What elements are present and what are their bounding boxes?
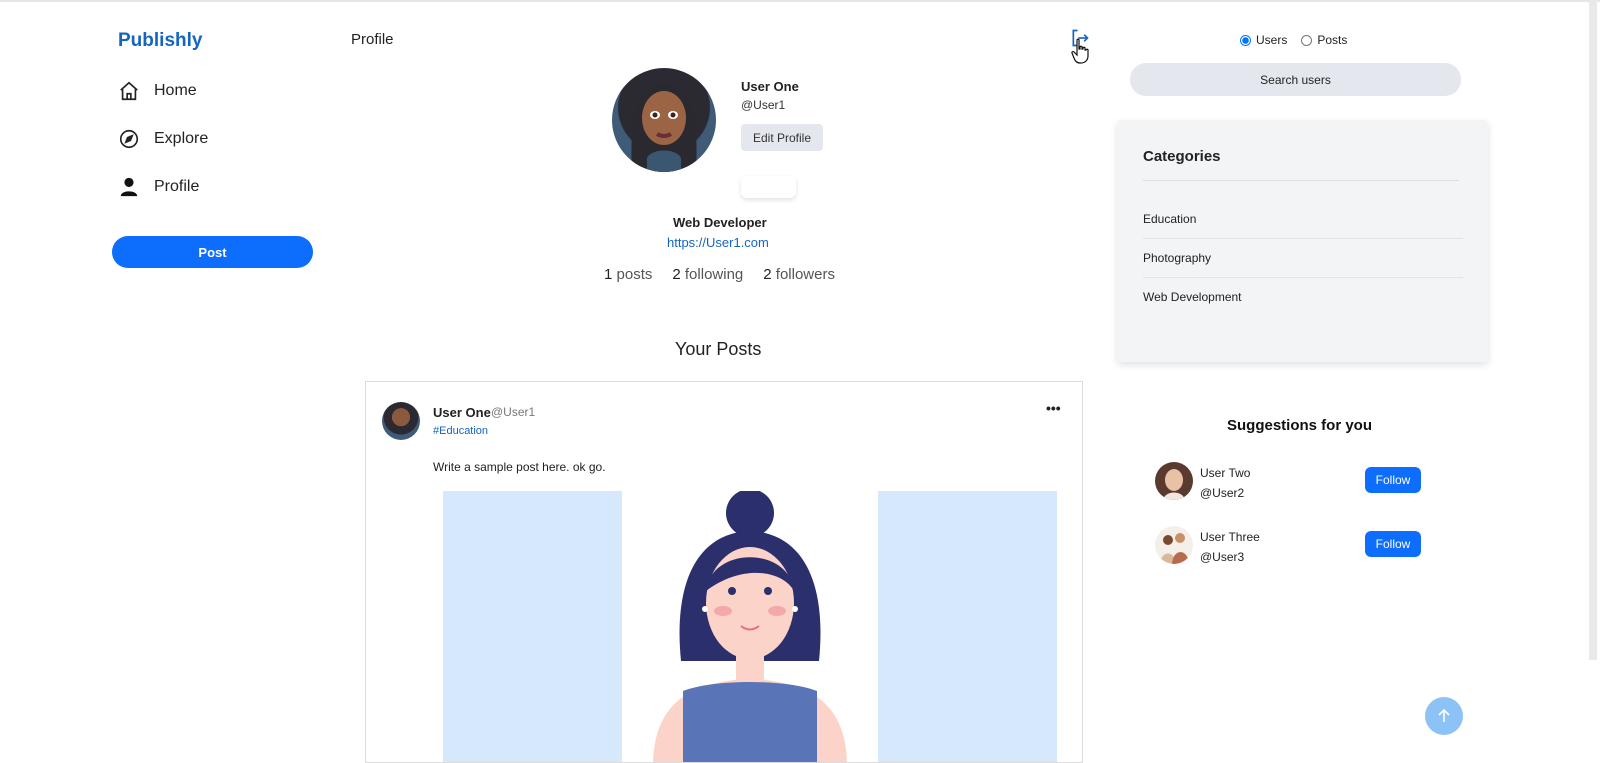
- post-text: Write a sample post here. ok go.: [433, 460, 606, 474]
- follow-user-three-button[interactable]: Follow: [1365, 531, 1421, 557]
- scroll-to-top-button[interactable]: [1425, 697, 1463, 735]
- profile-blank-card: [741, 176, 796, 198]
- search-input[interactable]: [1130, 63, 1461, 96]
- profile-handle: @User1: [741, 98, 786, 112]
- brand-logo[interactable]: Publishly: [118, 30, 202, 52]
- radio-users-input[interactable]: [1240, 34, 1251, 46]
- radio-users[interactable]: Users: [1240, 33, 1287, 47]
- sidebar-item-home[interactable]: Home: [118, 80, 197, 102]
- category-item-web-development[interactable]: Web Development: [1143, 290, 1463, 304]
- person-icon: [120, 177, 138, 197]
- post-image: [443, 491, 1057, 762]
- post-card: User One @User1 #Education ••• Write a s…: [365, 381, 1083, 763]
- hand-cursor-icon: [1071, 38, 1089, 64]
- sidebar-item-label: Explore: [154, 130, 209, 147]
- user-three-name[interactable]: User Three: [1200, 530, 1260, 544]
- user-three-avatar[interactable]: [1155, 526, 1193, 564]
- sidebar-item-profile[interactable]: Profile: [118, 176, 199, 198]
- categories-title: Categories: [1143, 148, 1221, 165]
- follow-user-two-button[interactable]: Follow: [1365, 467, 1421, 493]
- post-author-name[interactable]: User One: [433, 405, 491, 420]
- post-author-avatar[interactable]: [382, 402, 420, 440]
- suggestions-title: Suggestions for you: [1227, 417, 1373, 434]
- posts-section-title: Your Posts: [675, 339, 762, 359]
- category-divider: [1143, 277, 1463, 278]
- profile-name: User One: [741, 79, 799, 94]
- user-three-handle: @User3: [1200, 550, 1245, 564]
- user-two-handle: @User2: [1200, 486, 1245, 500]
- post-author-handle: @User1: [491, 405, 536, 419]
- category-item-photography[interactable]: Photography: [1143, 251, 1463, 265]
- top-border: [0, 0, 1600, 2]
- edit-profile-button[interactable]: Edit Profile: [741, 124, 823, 151]
- profile-avatar: [612, 68, 716, 172]
- following-stat[interactable]: 2 following: [672, 266, 743, 283]
- profile-stats: 1 posts 2 following 2 followers: [604, 266, 835, 283]
- compass-icon: [119, 129, 139, 149]
- post-tag[interactable]: #Education: [433, 425, 488, 437]
- more-options-icon[interactable]: •••: [1046, 400, 1061, 416]
- radio-posts[interactable]: Posts: [1301, 33, 1347, 47]
- categories-divider: [1143, 180, 1459, 181]
- arrow-up-icon: [1438, 708, 1450, 722]
- search-type-toggle: Users Posts: [1240, 33, 1347, 47]
- sidebar-item-label: Home: [154, 82, 197, 99]
- user-two-avatar[interactable]: [1155, 462, 1193, 500]
- categories-panel: Categories Education Photography Web Dev…: [1117, 120, 1488, 362]
- home-icon: [120, 81, 138, 101]
- page-title: Profile: [351, 31, 394, 48]
- category-item-education[interactable]: Education: [1143, 212, 1463, 226]
- user-two-name[interactable]: User Two: [1200, 466, 1250, 480]
- profile-bio: Web Developer: [673, 215, 767, 230]
- radio-posts-input[interactable]: [1301, 34, 1313, 46]
- posts-stat[interactable]: 1 posts: [604, 266, 652, 283]
- followers-stat[interactable]: 2 followers: [763, 266, 835, 283]
- profile-website-link[interactable]: https://User1.com: [667, 235, 769, 250]
- category-divider: [1143, 238, 1463, 239]
- sidebar-item-explore[interactable]: Explore: [118, 128, 208, 150]
- vertical-scrollbar[interactable]: [1589, 0, 1597, 660]
- sidebar-item-label: Profile: [154, 178, 200, 195]
- post-button[interactable]: Post: [112, 236, 313, 268]
